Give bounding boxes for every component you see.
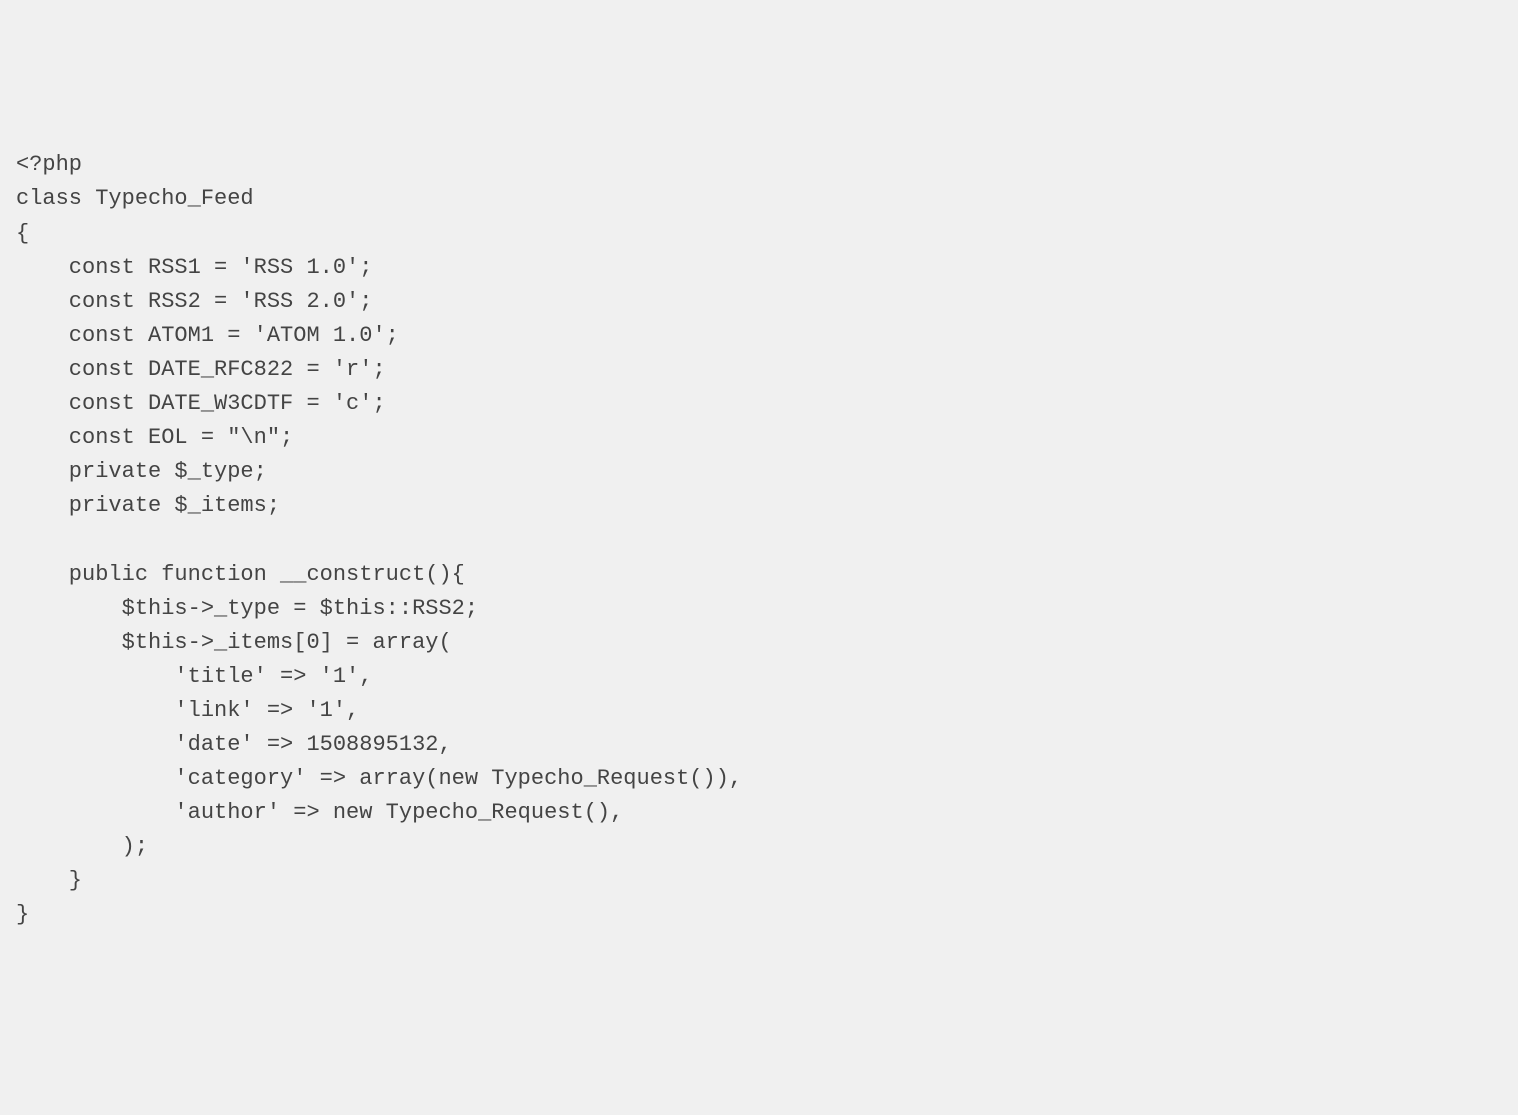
code-line: const ATOM1 = 'ATOM 1.0'; (16, 323, 399, 348)
code-line: class Typecho_Feed (16, 186, 254, 211)
code-line: const DATE_RFC822 = 'r'; (16, 357, 386, 382)
code-line: ); (16, 834, 148, 859)
code-block: <?php class Typecho_Feed { const RSS1 = … (16, 148, 1502, 932)
code-line: } (16, 902, 29, 927)
code-line: const EOL = "\n"; (16, 425, 293, 450)
code-line: <?php (16, 152, 82, 177)
code-line: } (16, 868, 82, 893)
code-line: const RSS2 = 'RSS 2.0'; (16, 289, 372, 314)
code-line: const DATE_W3CDTF = 'c'; (16, 391, 386, 416)
code-line: const RSS1 = 'RSS 1.0'; (16, 255, 372, 280)
code-line: 'author' => new Typecho_Request(), (16, 800, 623, 825)
code-line: { (16, 221, 29, 246)
code-line: 'category' => array(new Typecho_Request(… (16, 766, 742, 791)
code-line: 'date' => 1508895132, (16, 732, 452, 757)
code-line: public function __construct(){ (16, 562, 465, 587)
code-line: private $_items; (16, 493, 280, 518)
code-line: $this->_items[0] = array( (16, 630, 452, 655)
code-line: $this->_type = $this::RSS2; (16, 596, 478, 621)
code-line: 'title' => '1', (16, 664, 372, 689)
code-line: private $_type; (16, 459, 267, 484)
code-line: 'link' => '1', (16, 698, 359, 723)
